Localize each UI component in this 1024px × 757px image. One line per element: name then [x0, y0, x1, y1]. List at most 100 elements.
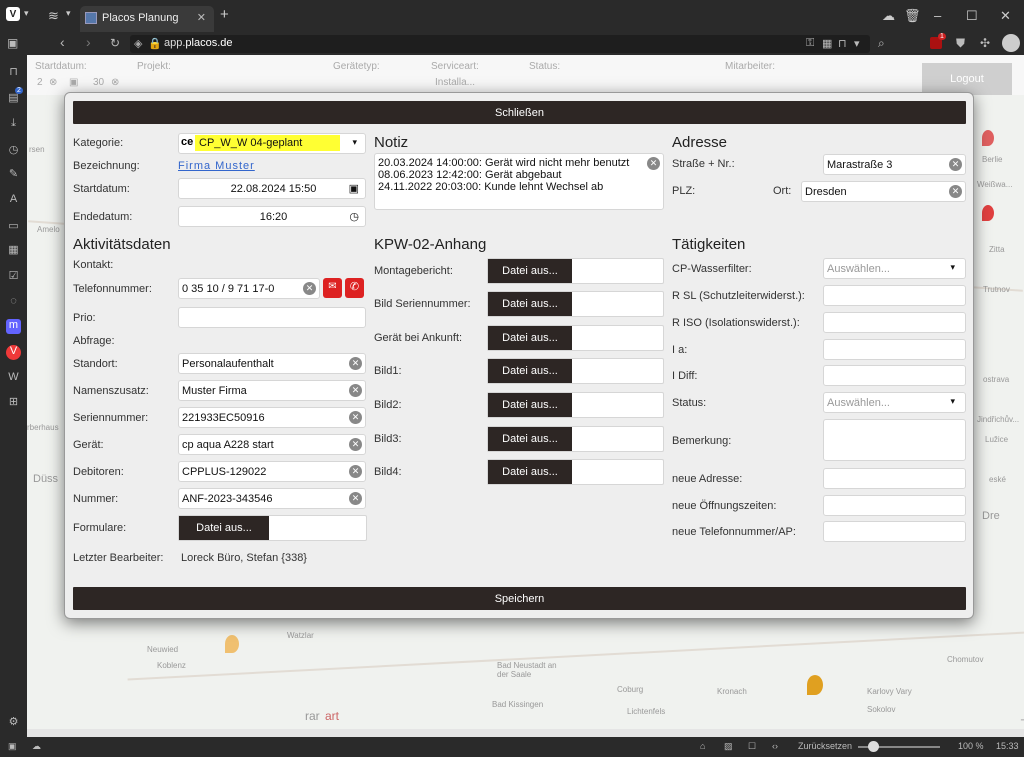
filter-start-value[interactable]: 2	[37, 77, 43, 88]
map-marker-icon[interactable]	[982, 130, 994, 146]
bild2-file-input[interactable]: Datei aus...	[487, 392, 664, 418]
status-select[interactable]: Auswählen... ▾	[823, 392, 966, 413]
image-icon[interactable]: ▨	[724, 741, 733, 752]
download-icon[interactable]: ⤓	[6, 117, 21, 132]
endedatum-input[interactable]: 16:20 ◷	[178, 206, 366, 227]
add-panel-icon[interactable]: ⊞	[6, 395, 21, 410]
kategorie-select[interactable]: ce CP_W_W 04-geplant ▾	[178, 133, 366, 154]
map-marker-icon[interactable]	[982, 205, 994, 221]
clear-icon[interactable]: ✕	[647, 157, 660, 170]
search-icon[interactable]: ⌕	[878, 36, 885, 51]
notiz-textarea[interactable]: 20.03.2024 14:00:00: Gerät wird nicht me…	[374, 153, 664, 210]
ia-input[interactable]	[823, 339, 966, 360]
map-marker-icon[interactable]	[807, 675, 823, 695]
file-choose-button[interactable]: Datei aus...	[488, 292, 572, 316]
chevron-down-icon[interactable]: ▾	[66, 8, 71, 19]
idiff-input[interactable]	[823, 365, 966, 386]
riso-input[interactable]	[823, 312, 966, 333]
clear-icon[interactable]: ✕	[349, 438, 362, 451]
bookmark-icon[interactable]: ⊓	[838, 37, 847, 50]
back-icon[interactable]: ‹	[60, 34, 65, 50]
ort-input[interactable]: Dresden ✕	[801, 181, 966, 202]
nummer-input[interactable]: ANF-2023-343546 ✕	[178, 488, 366, 509]
clear-icon[interactable]: ⊗	[111, 77, 119, 88]
phone-icon[interactable]: ✆	[345, 278, 364, 298]
filter-serviceart-value[interactable]: Installa...	[435, 77, 475, 88]
translate-icon[interactable]: A	[6, 193, 21, 208]
wasserfilter-select[interactable]: Auswählen... ▾	[823, 258, 966, 279]
tab-stack-icon[interactable]: ≋	[48, 8, 59, 24]
logout-button[interactable]: Logout	[922, 63, 1012, 95]
bild1-file-input[interactable]: Datei aus...	[487, 358, 664, 384]
debitoren-input[interactable]: CPPLUS-129022 ✕	[178, 461, 366, 482]
mastodon-icon[interactable]: m	[6, 319, 21, 334]
history-icon[interactable]: ◷	[6, 143, 21, 158]
puzzle-icon[interactable]: ✣	[980, 36, 990, 50]
browser-tab[interactable]: Placos Planung ✕	[80, 6, 214, 32]
prio-input[interactable]	[178, 307, 366, 328]
bemerkung-textarea[interactable]	[823, 419, 966, 461]
chevron-down-icon[interactable]: ▾	[24, 8, 29, 19]
close-button[interactable]: Schließen	[73, 101, 966, 124]
formulare-file-input[interactable]: Datei aus...	[178, 515, 367, 541]
startdatum-input[interactable]: 22.08.2024 15:50 ▣	[178, 178, 366, 199]
zoom-in-icon[interactable]: +	[1020, 710, 1024, 729]
clock-icon[interactable]: ◷	[349, 210, 359, 223]
zoom-slider-handle[interactable]	[868, 741, 879, 752]
address-bar[interactable]: ◈ 🔒 app.placos.de ⚿ ▦ ⊓ ▾	[130, 35, 870, 53]
bezeichnung-link[interactable]: Firma Muster	[178, 160, 255, 172]
file-choose-button[interactable]: Datei aus...	[488, 259, 572, 283]
neue-oeffnung-input[interactable]	[823, 495, 966, 516]
vivaldi-menu-icon[interactable]: V	[6, 7, 20, 21]
cloud-icon[interactable]: ☁	[32, 741, 41, 752]
file-choose-button[interactable]: Datei aus...	[488, 359, 572, 383]
rsl-input[interactable]	[823, 285, 966, 306]
montage-file-input[interactable]: Datei aus...	[487, 258, 664, 284]
wikipedia-icon[interactable]: W	[6, 371, 21, 386]
strasse-input[interactable]: Marastraße 3 ✕	[823, 154, 966, 175]
calendar-icon[interactable]: ▦	[6, 243, 21, 258]
bookmarks-icon[interactable]: ⊓	[6, 65, 21, 80]
close-tab-icon[interactable]: ✕	[197, 11, 206, 24]
mail-icon[interactable]: ▭	[6, 219, 21, 234]
clear-icon[interactable]: ✕	[349, 357, 362, 370]
shield-icon[interactable]: ⛊	[956, 36, 965, 51]
clear-icon[interactable]: ✕	[303, 282, 316, 295]
geraet-input[interactable]: cp aqua A228 start ✕	[178, 434, 366, 455]
clear-icon[interactable]: ⊗	[49, 77, 57, 88]
avatar[interactable]	[1002, 34, 1020, 52]
clear-icon[interactable]: ✕	[349, 492, 362, 505]
key-icon[interactable]: ⚿	[806, 37, 814, 50]
forward-icon[interactable]: ›	[86, 34, 91, 50]
tasks-icon[interactable]: ☑	[6, 269, 21, 284]
file-choose-button[interactable]: Datei aus...	[488, 460, 572, 484]
new-tab-icon[interactable]: +	[220, 6, 229, 23]
panel-toggle-icon[interactable]: ▣	[7, 36, 18, 50]
seriennummer-input[interactable]: 221933EC50916 ✕	[178, 407, 366, 428]
code-icon[interactable]: ‹›	[772, 741, 778, 751]
maximize-icon[interactable]: ☐	[966, 8, 978, 24]
neue-adresse-input[interactable]	[823, 468, 966, 489]
chat-icon[interactable]: ◌	[6, 295, 21, 310]
close-window-icon[interactable]: ✕	[1000, 8, 1011, 24]
clear-icon[interactable]: ✕	[949, 158, 962, 171]
minimize-icon[interactable]: –	[934, 8, 941, 23]
namenszusatz-input[interactable]: Muster Firma ✕	[178, 380, 366, 401]
save-button[interactable]: Speichern	[73, 587, 966, 610]
telefon-input[interactable]: 0 35 10 / 9 71 17-0 ✕	[178, 278, 320, 299]
cloud-sync-icon[interactable]: ☁	[882, 8, 895, 24]
vivaldi-icon[interactable]: V	[6, 345, 21, 360]
calendar-icon[interactable]: ▣	[349, 182, 359, 195]
ankunft-file-input[interactable]: Datei aus...	[487, 325, 664, 351]
calendar-icon[interactable]: ▣	[69, 77, 78, 88]
bild4-file-input[interactable]: Datei aus...	[487, 459, 664, 485]
file-choose-button[interactable]: Datei aus...	[179, 516, 269, 540]
clear-icon[interactable]: ✕	[349, 465, 362, 478]
neue-telefon-input[interactable]	[823, 521, 966, 542]
file-choose-button[interactable]: Datei aus...	[488, 393, 572, 417]
file-choose-button[interactable]: Datei aus...	[488, 326, 572, 350]
standort-input[interactable]: Personalaufenthalt ✕	[178, 353, 366, 374]
clear-icon[interactable]: ✕	[349, 411, 362, 424]
clear-icon[interactable]: ✕	[949, 185, 962, 198]
panel-toggle-icon[interactable]: ▣	[8, 741, 17, 752]
